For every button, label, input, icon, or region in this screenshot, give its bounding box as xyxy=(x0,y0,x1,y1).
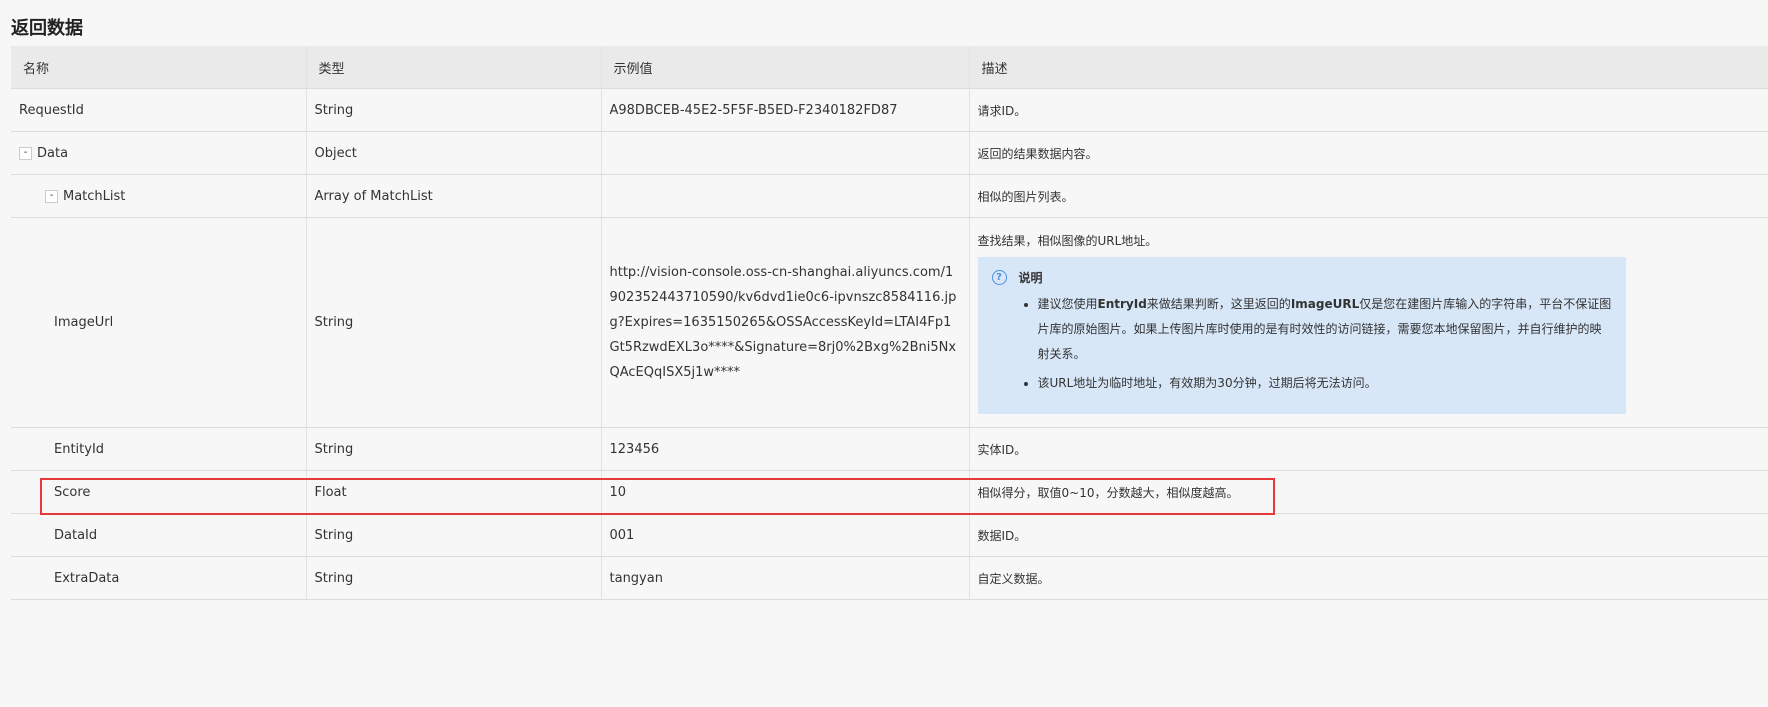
section-title: 返回数据 xyxy=(11,18,83,39)
param-name: Score xyxy=(54,484,91,500)
param-description: 实体ID。 xyxy=(969,427,1768,471)
param-name: MatchList xyxy=(63,188,126,204)
note-item: 该URL地址为临时地址，有效期为30分钟，过期后将无法访问。 xyxy=(1038,371,1612,396)
param-type: String xyxy=(306,556,602,600)
param-example: A98DBCEB-45E2-5F5F-B5ED-F2340182FD87 xyxy=(601,88,970,132)
collapse-toggle-icon[interactable]: - xyxy=(45,189,58,203)
param-type: Float xyxy=(306,470,602,514)
collapse-toggle-icon[interactable]: - xyxy=(19,146,32,160)
description-text: 请求ID。 xyxy=(977,103,1027,118)
param-type: String xyxy=(306,217,602,428)
description-text: 实体ID。 xyxy=(977,442,1027,457)
description-text: 数据ID。 xyxy=(977,528,1027,543)
description-text: 返回的结果数据内容。 xyxy=(977,146,1098,161)
param-description: 请求ID。 xyxy=(969,88,1768,132)
param-example: 001 xyxy=(601,513,970,557)
table-header-row: 名称 类型 示例值 描述 xyxy=(11,46,1768,89)
column-header-name: 名称 xyxy=(11,46,307,89)
description-text: 自定义数据。 xyxy=(977,571,1050,586)
note-title: 说明 xyxy=(1018,270,1043,285)
param-name-cell: Score xyxy=(11,470,307,514)
param-type: String xyxy=(306,513,602,557)
param-description: 相似得分，取值0~10，分数越大，相似度越高。 xyxy=(969,470,1768,514)
param-name-cell: DataId xyxy=(11,513,307,557)
question-circle-icon: ? xyxy=(991,269,1007,285)
table-row-entityid: EntityId String 123456 实体ID。 xyxy=(11,427,1768,471)
param-type: String xyxy=(306,88,602,132)
table-row-imageurl: ImageUrl String http://vision-console.os… xyxy=(11,217,1768,428)
note-box: ? 说明 建议您使用EntryId来做结果判断，这里返回的ImageURL仅是您… xyxy=(977,256,1626,414)
note-keyword: EntryId xyxy=(1097,296,1147,311)
param-example: http://vision-console.oss-cn-shanghai.al… xyxy=(601,217,970,428)
param-name-cell: ExtraData xyxy=(11,556,307,600)
param-example: 123456 xyxy=(601,427,970,471)
param-name: Data xyxy=(37,145,69,161)
param-example xyxy=(601,174,970,218)
param-name: DataId xyxy=(54,527,98,543)
column-header-description: 描述 xyxy=(969,46,1768,89)
param-example: tangyan xyxy=(601,556,970,600)
note-keyword: ImageURL xyxy=(1290,296,1360,311)
table-row-dataid: DataId String 001 数据ID。 xyxy=(11,513,1768,557)
api-doc-page: 返回数据 名称 类型 示例值 描述 RequestId String A98DB… xyxy=(0,0,1768,707)
table-row-score: Score Float 10 相似得分，取值0~10，分数越大，相似度越高。 xyxy=(11,470,1768,514)
param-name: EntityId xyxy=(54,441,105,457)
note-text: 建议您使用 xyxy=(1037,296,1098,311)
column-header-type: 类型 xyxy=(306,46,602,89)
param-type: Object xyxy=(306,131,602,175)
param-description: 返回的结果数据内容。 xyxy=(969,131,1768,175)
description-text: 相似的图片列表。 xyxy=(977,189,1074,204)
param-name-cell: - Data xyxy=(11,131,307,175)
param-name: ExtraData xyxy=(54,570,120,586)
param-name: RequestId xyxy=(11,88,307,132)
param-name-cell: - MatchList xyxy=(11,174,307,218)
table-row-requestid: RequestId String A98DBCEB-45E2-5F5F-B5ED… xyxy=(11,88,1768,132)
note-text: 来做结果判断，这里返回的 xyxy=(1146,296,1291,311)
param-example xyxy=(601,131,970,175)
param-name-cell: EntityId xyxy=(11,427,307,471)
param-name-cell: ImageUrl xyxy=(11,217,307,428)
table-row-extradata: ExtraData String tangyan 自定义数据。 xyxy=(11,556,1768,600)
param-example: 10 xyxy=(601,470,970,514)
param-type: Array of MatchList xyxy=(306,174,602,218)
param-description: 相似的图片列表。 xyxy=(969,174,1768,218)
param-description: 数据ID。 xyxy=(969,513,1768,557)
param-type: String xyxy=(306,427,602,471)
response-params-table: 名称 类型 示例值 描述 RequestId String A98DBCEB-4… xyxy=(11,46,1768,600)
note-list: 建议您使用EntryId来做结果判断，这里返回的ImageURL仅是您在建图片库… xyxy=(992,292,1612,396)
table-row-data: - Data Object 返回的结果数据内容。 xyxy=(11,131,1768,175)
column-header-example: 示例值 xyxy=(601,46,970,89)
param-name: ImageUrl xyxy=(54,315,114,330)
description-text: 查找结果，相似图像的URL地址。 xyxy=(977,233,1158,248)
note-header: ? 说明 xyxy=(991,269,1612,286)
param-description: 自定义数据。 xyxy=(969,556,1768,600)
description-text: 相似得分，取值0~10，分数越大，相似度越高。 xyxy=(977,485,1239,500)
note-item: 建议您使用EntryId来做结果判断，这里返回的ImageURL仅是您在建图片库… xyxy=(1038,292,1612,367)
param-description: 查找结果，相似图像的URL地址。 ? 说明 建议您使用EntryId来做结果判断… xyxy=(969,217,1768,428)
table-row-matchlist: - MatchList Array of MatchList 相似的图片列表。 xyxy=(11,174,1768,218)
